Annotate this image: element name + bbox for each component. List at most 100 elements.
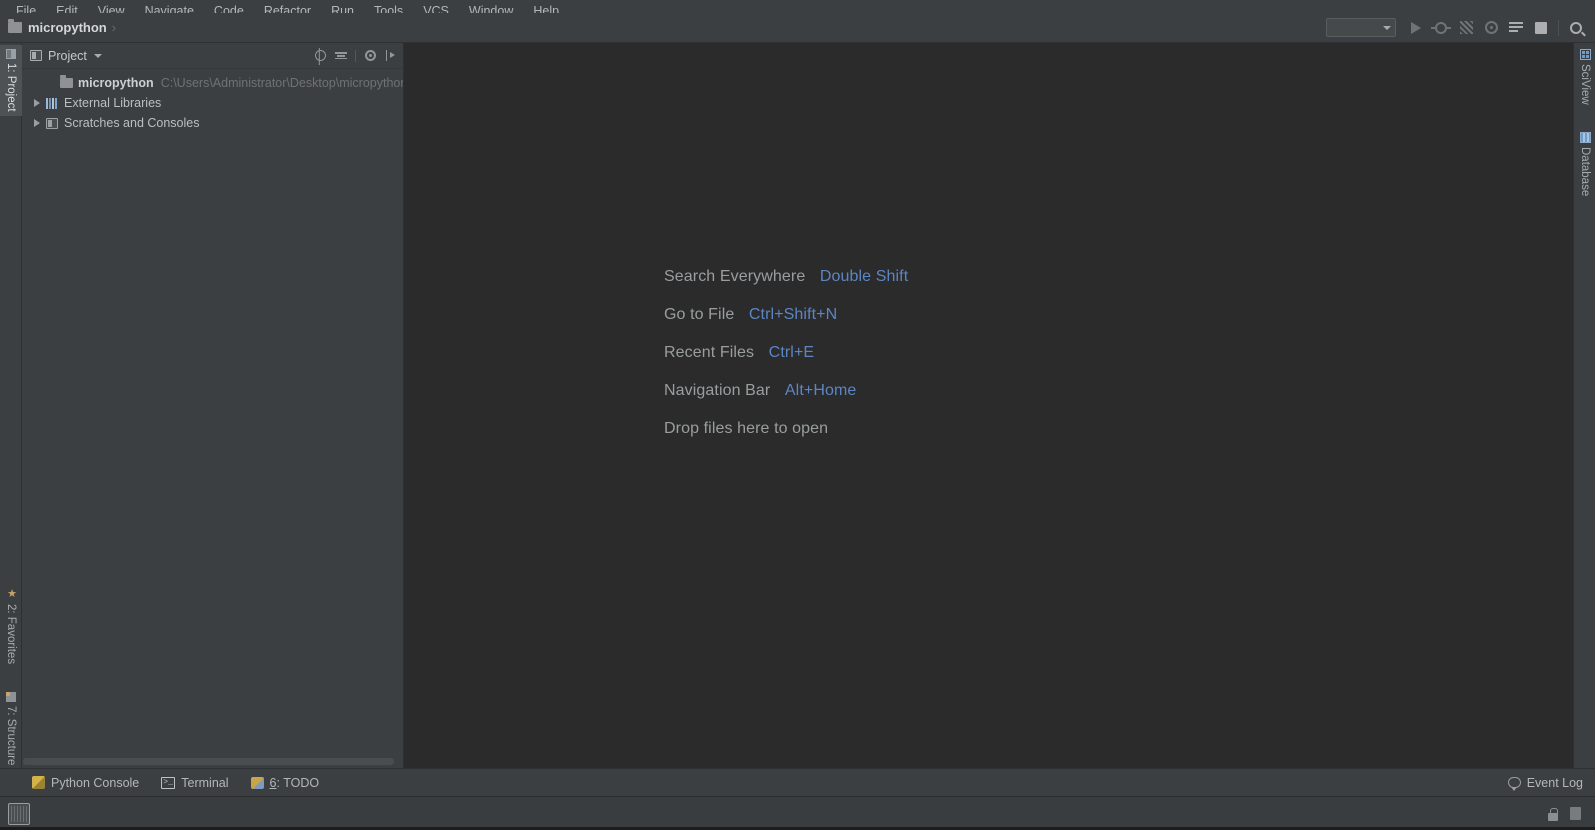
expand-arrow-icon[interactable] [30, 99, 44, 107]
speech-bubble-icon [1508, 777, 1521, 788]
welcome-shortcut: Ctrl+Shift+N [749, 306, 837, 323]
grid-icon [1580, 49, 1591, 60]
bottom-tool-window-bar: Python Console >_ Terminal 6: TODO Event… [0, 768, 1595, 796]
bottom-item-python-console[interactable]: Python Console [32, 776, 139, 790]
scrollbar-track[interactable] [23, 758, 402, 765]
sidebar-item-label: 2: Favorites [5, 604, 17, 664]
terminal-icon: >_ [161, 777, 175, 789]
tree-node-label: micropython [78, 76, 154, 90]
bottom-item-label: Terminal [181, 776, 228, 790]
welcome-action-label: Drop files here to open [664, 420, 828, 437]
pycharm-window: File Edit View Navigate Code Refactor Ru… [0, 0, 1595, 830]
window-app-icon[interactable] [8, 803, 30, 825]
project-panel-header: Project [22, 43, 403, 69]
project-window-icon [30, 50, 42, 61]
tree-node-label: Scratches and Consoles [64, 116, 200, 130]
debug-icon[interactable] [1430, 17, 1452, 39]
expand-arrow-icon[interactable] [30, 119, 44, 127]
tree-row-external-libraries[interactable]: External Libraries [22, 93, 403, 113]
menu-item-edit[interactable]: Edit [46, 5, 88, 13]
menu-item-refactor[interactable]: Refactor [254, 5, 321, 13]
welcome-row-search-everywhere: Search Everywhere Double Shift [664, 268, 908, 286]
locate-target-icon[interactable] [313, 49, 327, 63]
os-taskbar [0, 796, 1595, 830]
profile-icon[interactable] [1480, 17, 1502, 39]
toolbar-right-group [1326, 17, 1595, 39]
menu-item-vcs[interactable]: VCS [413, 5, 459, 13]
project-horizontal-scrollbar[interactable] [22, 757, 403, 768]
event-log-label: Event Log [1527, 776, 1583, 790]
scrollbar-thumb[interactable] [23, 758, 394, 765]
menu-item-tools[interactable]: Tools [364, 5, 413, 13]
bottom-item-todo[interactable]: 6: TODO [251, 776, 320, 790]
search-everywhere-icon[interactable] [1565, 17, 1587, 39]
sidebar-item-label: 7: Structure [5, 706, 17, 765]
run-icon[interactable] [1405, 17, 1427, 39]
welcome-row-go-to-file: Go to File Ctrl+Shift+N [664, 306, 908, 324]
tree-row-module[interactable]: micropython C:\Users\Administrator\Deskt… [22, 73, 403, 93]
welcome-shortcut: Alt+Home [785, 382, 857, 399]
bottom-item-label: Python Console [51, 776, 139, 790]
sidebar-item-favorites[interactable]: ★ 2: Favorites [0, 583, 22, 668]
menu-item-run[interactable]: Run [321, 5, 364, 13]
coverage-icon[interactable] [1455, 17, 1477, 39]
breadcrumb-project-name[interactable]: micropython [28, 20, 107, 35]
tray-window-icon[interactable] [1570, 807, 1581, 820]
welcome-shortcut: Ctrl+E [769, 344, 815, 361]
sidebar-item-database[interactable]: Database [1574, 128, 1595, 200]
project-icon [6, 49, 16, 59]
database-icon [1580, 132, 1591, 143]
hide-panel-icon[interactable] [384, 49, 398, 63]
bottom-item-terminal[interactable]: >_ Terminal [161, 776, 228, 790]
sidebar-item-label: SciView [1579, 64, 1591, 105]
toolbar-divider [1558, 20, 1559, 36]
sidebar-item-sciview[interactable]: SciView [1574, 45, 1595, 109]
project-tree: micropython C:\Users\Administrator\Deskt… [22, 69, 403, 757]
menu-item-help[interactable]: Help [523, 5, 569, 13]
welcome-action-label: Go to File [664, 306, 734, 323]
scratches-icon [44, 118, 60, 129]
menu-item-view[interactable]: View [88, 5, 135, 13]
chevron-down-icon [1383, 26, 1391, 30]
event-log-button[interactable]: Event Log [1508, 776, 1595, 790]
chevron-down-icon[interactable] [94, 54, 102, 58]
menu-item-window[interactable]: Window [459, 5, 523, 13]
editor-empty-area[interactable]: Search Everywhere Double Shift Go to Fil… [404, 43, 1573, 768]
security-lock-icon[interactable] [1546, 806, 1560, 821]
welcome-row-drop-files: Drop files here to open [664, 420, 908, 438]
project-tool-window: Project micropython C:\Users\Administrat… [22, 43, 404, 768]
breadcrumb[interactable]: micropython › [0, 20, 121, 35]
run-configuration-selector[interactable] [1326, 18, 1396, 37]
collapse-all-icon[interactable] [334, 49, 348, 63]
bottom-item-mnemonic: 6 [270, 776, 277, 790]
menu-item-navigate[interactable]: Navigate [135, 5, 204, 13]
main-toolbar: micropython › [0, 13, 1595, 43]
star-icon: ★ [6, 587, 17, 600]
welcome-row-navigation-bar: Navigation Bar Alt+Home [664, 382, 908, 400]
module-folder-icon [58, 78, 74, 88]
project-panel-title: Project [48, 49, 87, 63]
tree-row-scratches[interactable]: Scratches and Consoles [22, 113, 403, 133]
sidebar-item-project[interactable]: 1: Project [0, 45, 22, 116]
tree-node-label: External Libraries [64, 96, 161, 110]
welcome-hints: Search Everywhere Double Shift Go to Fil… [664, 268, 908, 438]
libraries-icon [44, 98, 60, 109]
welcome-shortcut: Double Shift [820, 268, 908, 285]
menu-item-file[interactable]: File [6, 5, 46, 13]
right-tool-strip: SciView Database [1573, 43, 1595, 768]
attach-list-icon[interactable] [1505, 17, 1527, 39]
stop-icon[interactable] [1530, 17, 1552, 39]
sidebar-item-label: Database [1579, 147, 1591, 196]
welcome-action-label: Recent Files [664, 344, 754, 361]
python-icon [32, 776, 45, 789]
todo-icon [251, 777, 264, 789]
project-panel-actions [313, 49, 398, 63]
welcome-action-label: Search Everywhere [664, 268, 805, 285]
sidebar-item-label: 1: Project [5, 63, 17, 112]
menu-bar: File Edit View Navigate Code Refactor Ru… [0, 0, 1595, 13]
folder-icon [8, 22, 22, 33]
left-tool-strip: 1: Project ★ 2: Favorites 7: Structure [0, 43, 22, 768]
menu-item-code[interactable]: Code [204, 5, 254, 13]
settings-gear-icon[interactable] [363, 49, 377, 63]
sidebar-item-structure[interactable]: 7: Structure [0, 688, 22, 769]
